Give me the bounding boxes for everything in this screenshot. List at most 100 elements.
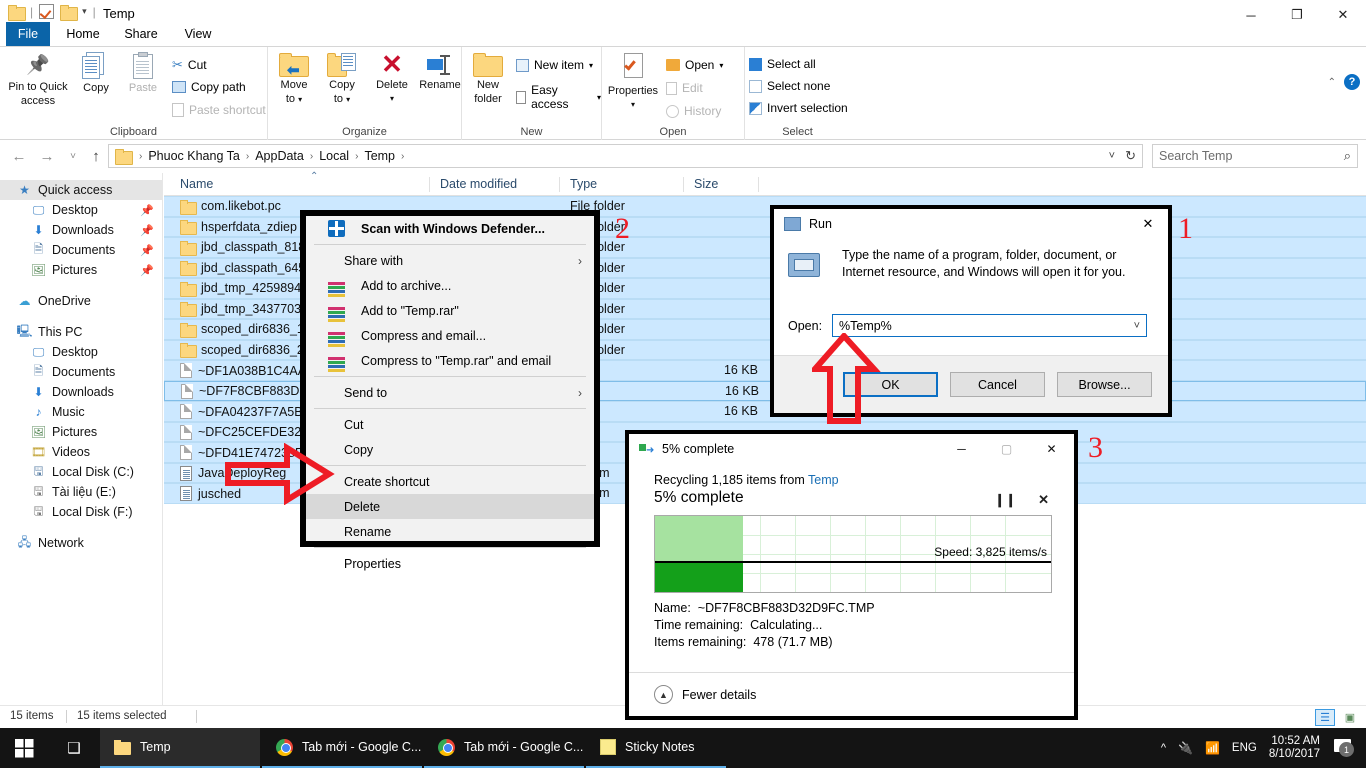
sidebar-item-local-disk-c[interactable]: 🖫 Local Disk (C:): [0, 462, 162, 482]
back-button[interactable]: ←: [8, 148, 30, 166]
rename-button[interactable]: Rename: [416, 51, 464, 91]
tab-home[interactable]: Home: [56, 22, 110, 47]
properties-check-icon[interactable]: [39, 4, 54, 19]
refresh-icon[interactable]: ↻: [1125, 148, 1136, 164]
menu-item-compress-and-email[interactable]: Compress and email...: [306, 323, 594, 348]
sidebar-item-desktop[interactable]: 🖵 Desktop 📌: [0, 200, 162, 220]
move-to-button[interactable]: ⬅ Move to ▾: [270, 51, 318, 106]
sidebar-item-local-disk-f[interactable]: 🖫 Local Disk (F:): [0, 502, 162, 522]
properties-button[interactable]: Properties ▾: [602, 53, 664, 111]
sidebar-item-pc-downloads[interactable]: ⬇ Downloads: [0, 382, 162, 402]
folder-icon[interactable]: [8, 5, 24, 19]
column-header-date-modified[interactable]: Date modified: [440, 177, 517, 191]
battery-icon[interactable]: 🔌: [1178, 741, 1193, 755]
edit-button[interactable]: Edit: [666, 81, 703, 95]
sidebar-item-pc-pictures[interactable]: 🖼 Pictures: [0, 422, 162, 442]
search-input[interactable]: Search Temp ⌕: [1152, 144, 1358, 168]
cancel-icon[interactable]: ✕: [1038, 492, 1049, 508]
navigation-pane[interactable]: ★ Quick access 🖵 Desktop 📌 ⬇ Downloads 📌…: [0, 173, 163, 705]
menu-item-rename[interactable]: Rename: [306, 519, 594, 544]
pin-icon[interactable]: 📌: [140, 264, 154, 277]
select-none-button[interactable]: Select none: [749, 79, 830, 93]
breadcrumb-item-0[interactable]: Phuoc Khang Ta: [146, 149, 242, 163]
taskbar-item-sticky-notes[interactable]: Sticky Notes: [586, 728, 726, 768]
address-dropdown-icon[interactable]: ˅: [1109, 150, 1115, 162]
copy-path-button[interactable]: Copy path: [172, 80, 246, 94]
column-header-size[interactable]: Size: [694, 177, 718, 191]
address-breadcrumb-box[interactable]: › Phuoc Khang Ta › AppData › Local › Tem…: [108, 144, 1143, 168]
easy-access-button[interactable]: Easy access ▾: [516, 83, 601, 111]
chevron-down-icon[interactable]: ▾: [82, 6, 87, 17]
invert-selection-button[interactable]: Invert selection: [749, 101, 848, 115]
copy-to-button[interactable]: Copy to ▾: [318, 51, 366, 106]
paste-shortcut-button[interactable]: Paste shortcut: [172, 103, 266, 117]
taskbar-item-temp[interactable]: Temp: [100, 728, 260, 768]
menu-item-delete[interactable]: Delete: [306, 494, 594, 519]
maximize-button[interactable]: ▢: [984, 434, 1029, 464]
details-view-icon[interactable]: ☰: [1315, 709, 1335, 726]
sidebar-item-pc-music[interactable]: ♪ Music: [0, 402, 162, 422]
sidebar-item-this-pc[interactable]: 🖳 This PC: [0, 322, 162, 342]
history-button[interactable]: History: [666, 104, 721, 118]
menu-item-send-to[interactable]: Send to ›: [306, 380, 594, 405]
chevron-up-circle-icon[interactable]: ▲: [654, 685, 673, 704]
menu-item-create-shortcut[interactable]: Create shortcut: [306, 469, 594, 494]
menu-item-add-to-temp-rar[interactable]: Add to "Temp.rar": [306, 298, 594, 323]
forward-button[interactable]: →: [36, 148, 58, 166]
taskbar-item-chrome-1[interactable]: Tab mới - Google C...: [262, 728, 422, 768]
menu-item-compress-to-temp-rar-and-email[interactable]: Compress to "Temp.rar" and email: [306, 348, 594, 373]
operation-target-link[interactable]: Temp: [808, 473, 839, 487]
wifi-icon[interactable]: 📶: [1205, 741, 1220, 755]
breadcrumb-item-2[interactable]: Local: [317, 149, 351, 163]
sidebar-item-network[interactable]: 🖧 Network: [0, 533, 162, 553]
delete-button[interactable]: ✕ Delete ▾: [368, 51, 416, 105]
new-folder-button[interactable]: New folder: [464, 51, 512, 105]
breadcrumb-item-1[interactable]: AppData: [253, 149, 306, 163]
windows-start-icon[interactable]: [0, 728, 48, 768]
pause-icon[interactable]: ❙❙: [994, 492, 1016, 508]
menu-item-share-with[interactable]: Share with ›: [306, 248, 594, 273]
menu-item-properties[interactable]: Properties: [306, 551, 594, 576]
sidebar-item-pc-documents[interactable]: 🗎 Documents: [0, 362, 162, 382]
context-menu[interactable]: Scan with Windows Defender... Share with…: [300, 210, 600, 547]
column-divider[interactable]: [559, 177, 560, 192]
cancel-button[interactable]: Cancel: [950, 372, 1045, 397]
menu-item-add-to-archive[interactable]: Add to archive...: [306, 273, 594, 298]
new-item-button[interactable]: New item ▾: [516, 58, 593, 72]
column-divider[interactable]: [683, 177, 684, 192]
menu-item-scan-with-defender[interactable]: Scan with Windows Defender...: [306, 216, 594, 241]
tab-file[interactable]: File: [6, 22, 50, 47]
progress-dialog-footer[interactable]: ▲ Fewer details: [629, 672, 1074, 716]
sidebar-item-documents[interactable]: 🗎 Documents 📌: [0, 240, 162, 260]
search-icon[interactable]: ⌕: [1344, 148, 1351, 164]
column-divider[interactable]: [429, 177, 430, 192]
column-header-name[interactable]: Name ⌃: [180, 177, 213, 191]
paste-button[interactable]: Paste: [120, 51, 166, 94]
tab-view[interactable]: View: [172, 22, 224, 47]
sidebar-item-drive-e[interactable]: 🖫 Tài liệu (E:): [0, 482, 162, 502]
pin-icon[interactable]: 📌: [140, 224, 154, 237]
tab-share[interactable]: Share: [114, 22, 168, 47]
sidebar-item-pc-desktop[interactable]: 🖵 Desktop: [0, 342, 162, 362]
up-button[interactable]: ↑: [85, 148, 107, 166]
pin-icon[interactable]: 📌: [140, 204, 154, 217]
new-folder-icon[interactable]: [60, 5, 76, 19]
sidebar-item-onedrive[interactable]: ☁ OneDrive: [0, 291, 162, 311]
column-divider[interactable]: [758, 177, 759, 192]
menu-item-cut[interactable]: Cut: [306, 412, 594, 437]
action-center-icon[interactable]: 1: [1332, 735, 1358, 761]
copy-button[interactable]: Copy: [74, 51, 118, 94]
taskbar-item-chrome-2[interactable]: Tab mới - Google C...: [424, 728, 584, 768]
breadcrumb-item-3[interactable]: Temp: [362, 149, 397, 163]
pin-to-quick-access-button[interactable]: Pin to Quick access: [4, 51, 72, 107]
close-button[interactable]: ✕: [1029, 434, 1074, 464]
menu-item-copy[interactable]: Copy: [306, 437, 594, 462]
recent-locations-button[interactable]: ˅: [62, 151, 84, 169]
clock[interactable]: 10:52 AM 8/10/2017: [1269, 735, 1320, 761]
task-view-icon[interactable]: ❑: [50, 728, 98, 768]
cut-button[interactable]: ✂ Cut: [172, 57, 207, 73]
language-indicator[interactable]: ENG: [1232, 742, 1257, 754]
close-icon[interactable]: ✕: [1128, 209, 1168, 239]
minimize-button[interactable]: ─: [939, 434, 984, 464]
open-button[interactable]: Open ▾: [666, 58, 723, 72]
